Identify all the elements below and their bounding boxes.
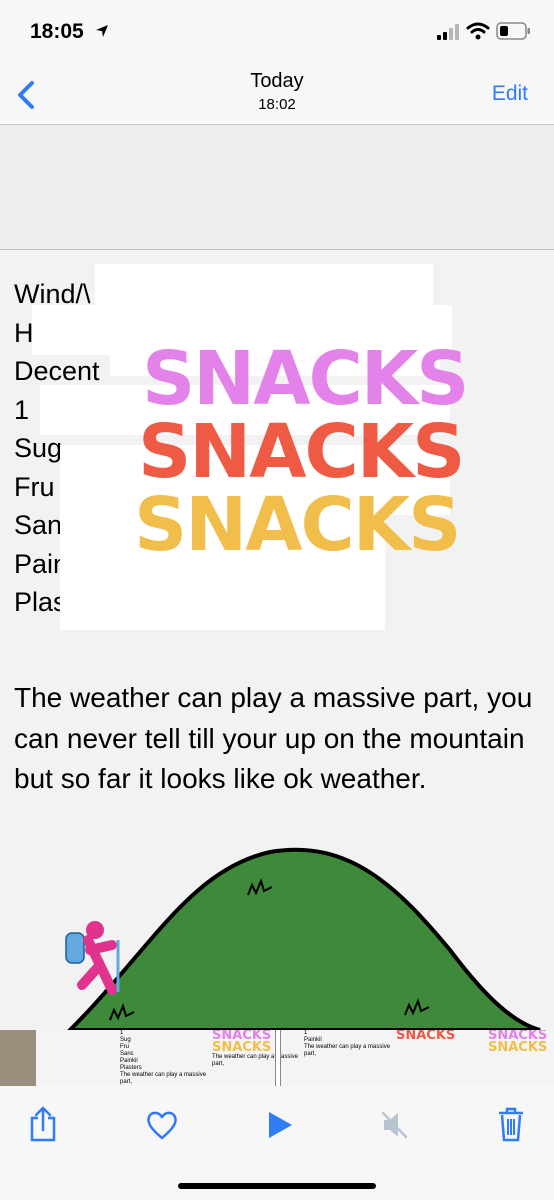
thumb-snack: SNACKS <box>212 1040 272 1055</box>
thumb-text: 1 <box>120 1030 124 1036</box>
filmstrip-thumb[interactable] <box>0 1030 37 1086</box>
filmstrip-thumb[interactable]: SNACKS SNACKS <box>488 1030 554 1086</box>
location-arrow-icon <box>96 25 108 37</box>
thumb-text: Sug <box>120 1037 131 1043</box>
thumb-text: 1 <box>304 1030 308 1036</box>
thumb-text: Painkil <box>304 1037 322 1043</box>
home-indicator[interactable] <box>178 1183 376 1189</box>
thumb-text: Plasters <box>120 1065 142 1071</box>
mute-icon[interactable] <box>380 1110 410 1140</box>
nav-bar: Today 18:02 Edit <box>0 62 554 125</box>
nav-subtitle: 18:02 <box>258 96 296 113</box>
share-icon[interactable] <box>28 1106 58 1142</box>
battery-icon <box>496 22 530 40</box>
thumb-text: Painkil <box>120 1058 138 1064</box>
filmstrip[interactable]: 1 Sug Fru Sanc Painkil Plasters The weat… <box>0 1030 554 1086</box>
filmstrip-thumb[interactable] <box>36 1030 121 1086</box>
wifi-icon <box>466 22 490 40</box>
signal-icon <box>437 24 459 40</box>
thumb-text: The weather can play a massive part, <box>120 1072 207 1085</box>
hiker-figure <box>65 921 120 995</box>
thumb-text: Sanc <box>120 1051 134 1057</box>
photo-letterbox-top <box>0 125 554 250</box>
hill-illustration <box>65 847 541 1030</box>
filmstrip-thumb[interactable]: SNACKS <box>396 1030 489 1086</box>
thumb-text: The weather can play a massive part, <box>304 1044 391 1057</box>
nav-title: Today <box>250 70 304 92</box>
filmstrip-thumb[interactable]: SNACKS SNACKS The weather can play a mas… <box>212 1030 305 1086</box>
photo-view[interactable]: Wind/\ Ha Decent 1 Sug Fru Sanc Painkil … <box>0 250 554 1030</box>
trash-icon[interactable] <box>497 1106 525 1142</box>
filmstrip-thumb[interactable]: 1 Sug Fru Sanc Painkil Plasters The weat… <box>120 1030 213 1086</box>
filmstrip-playhead[interactable] <box>275 1030 281 1086</box>
status-time: 18:05 <box>30 20 84 43</box>
thumb-text: Fru <box>120 1044 129 1050</box>
edit-button[interactable]: Edit <box>492 82 528 106</box>
play-icon[interactable] <box>266 1110 294 1140</box>
heart-icon[interactable] <box>146 1110 178 1140</box>
status-bar: 18:05 <box>0 0 554 62</box>
thumb-snack: SNACKS <box>396 1030 456 1043</box>
thumb-text: The weather can play a massive part, <box>212 1054 299 1067</box>
thumb-snack: SNACKS <box>488 1040 548 1055</box>
filmstrip-thumb[interactable]: 1 Painkil The weather can play a massive… <box>304 1030 397 1086</box>
